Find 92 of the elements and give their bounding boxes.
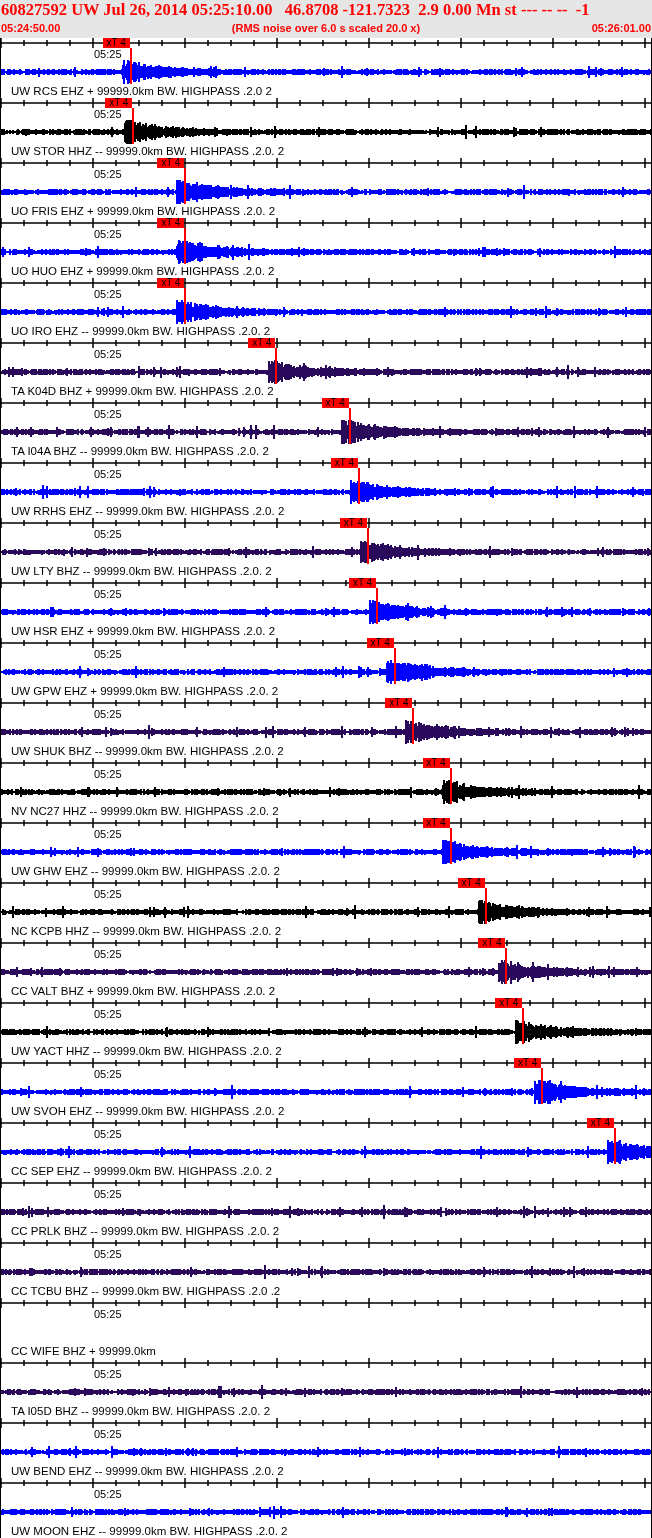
pick-marker: xT 4	[105, 98, 133, 108]
pick-marker: xT 4	[248, 338, 276, 348]
tick-label: 05:25	[94, 48, 122, 60]
tick-label: 05:25	[94, 888, 122, 900]
pick-marker: xT 4	[478, 938, 506, 948]
station-label: UW RRHS EHZ -- 99999.0km BW. HIGHPASS .2.0. 2	[11, 504, 285, 518]
station-label: TA I05D BHZ -- 99999.0km BW. HIGHPASS .2.0. 2	[11, 1404, 271, 1418]
pick-marker: xT 4	[339, 518, 367, 528]
tick-label: 05:25	[94, 1428, 122, 1440]
pick-marker: xT 4	[422, 758, 450, 768]
tick-label: 05:25	[94, 1248, 122, 1260]
pick-line	[505, 948, 508, 984]
station-label: CC TCBU BHZ -- 99999.0km BW. HIGHPASS .2.0 .2	[11, 1284, 281, 1298]
tick-label: 05:25	[94, 348, 122, 360]
station-label: UO IRO EHZ -- 99999.0km BW. HIGHPASS .2.0. 2	[11, 324, 271, 338]
tick-label: 05:25	[94, 1488, 122, 1500]
pick-line	[449, 768, 452, 804]
station-label: UW BEND EHZ -- 99999.0km BW. HIGHPASS .2.0. 2	[11, 1464, 284, 1478]
station-label: UW SHUK BHZ -- 99999.0km BW. HIGHPASS .2.0. 2	[11, 744, 284, 758]
tick-label: 05:25	[94, 528, 122, 540]
tick-label: 05:25	[94, 1188, 122, 1200]
station-label: UW SVOH EHZ -- 99999.0km BW. HIGHPASS .2.0. 2	[11, 1104, 285, 1118]
pick-marker: xT 4	[321, 398, 349, 408]
tick-label: 05:25	[94, 1008, 122, 1020]
end-time: 05:26:01.00	[591, 21, 651, 36]
station-label: UO FRIS EHZ + 99999.0km BW. HIGHPASS .2.0. 2	[11, 204, 276, 218]
tick-label: 05:25	[94, 468, 122, 480]
tick-label: 05:25	[94, 1068, 122, 1080]
station-label: UW GHW EHZ -- 99999.0km BW. HIGHPASS .2.0. 2	[11, 864, 280, 878]
pick-line	[393, 648, 396, 684]
pick-line	[129, 48, 132, 84]
station-label: CC VALT BHZ + 99999.0km BW. HIGHPASS .2.0. 2	[11, 984, 276, 998]
pick-line	[184, 168, 187, 204]
station-label: UW MOON EHZ -- 99999.0km BW. HIGHPASS .2.0. 2	[11, 1524, 288, 1538]
pick-marker: xT 4	[349, 578, 377, 588]
pick-line	[376, 588, 379, 624]
station-label: NV NC27 HHZ -- 99999.0km BW. HIGHPASS .2.0. 2	[11, 804, 279, 818]
station-label: UW YACT HHZ -- 99999.0km BW. HIGHPASS .2.0. 2	[11, 1044, 282, 1058]
tick-label: 05:25	[94, 828, 122, 840]
station-label: UW HSR EHZ + 99999.0km BW. HIGHPASS .2.0. 2	[11, 624, 276, 638]
station-label: UW RCS EHZ + 99999.0km BW. HIGHPASS .2.0 2	[11, 84, 272, 98]
pick-line	[132, 108, 135, 144]
tick-label: 05:25	[94, 108, 122, 120]
pick-marker: xT 4	[157, 278, 185, 288]
pick-line	[484, 888, 487, 924]
pick-marker: xT 4	[157, 158, 185, 168]
station-label: UW GPW EHZ + 99999.0km BW. HIGHPASS .2.0. 2	[11, 684, 279, 698]
pick-marker: xT 4	[514, 1058, 542, 1068]
pick-marker: xT 4	[457, 878, 485, 888]
station-label: CC WIFE BHZ + 99999.0km	[11, 1344, 156, 1358]
pick-line	[275, 348, 278, 384]
pick-line	[522, 1008, 525, 1044]
tick-label: 05:25	[94, 1308, 122, 1320]
pick-line	[348, 408, 351, 444]
pick-line	[613, 1128, 616, 1164]
pick-line	[184, 288, 187, 324]
pick-marker: xT 4	[366, 638, 394, 648]
start-time: 05:24:50.00	[1, 21, 61, 36]
tick-label: 05:25	[94, 228, 122, 240]
pick-line	[412, 708, 415, 744]
tick-label: 05:25	[94, 768, 122, 780]
pick-line	[366, 528, 369, 564]
pick-marker: xT 4	[586, 1118, 614, 1128]
tick-label: 05:25	[94, 408, 122, 420]
pick-line	[541, 1068, 544, 1104]
tick-label: 05:25	[94, 288, 122, 300]
tick-label: 05:25	[94, 168, 122, 180]
pick-line	[449, 828, 452, 864]
station-label: NC KCPB HHZ -- 99999.0km BW. HIGHPASS .2.0. 2	[11, 924, 282, 938]
event-title: 60827592 UW Jul 26, 2014 05:25:10.00 46.8708 -121.7323 2.9 0.00 Mn st --- -- -- -1	[0, 0, 591, 20]
pick-marker: xT 4	[157, 218, 185, 228]
pick-marker: xT 4	[422, 818, 450, 828]
pick-line	[357, 468, 360, 504]
tick-label: 05:25	[94, 588, 122, 600]
tick-label: 05:25	[94, 948, 122, 960]
station-label: UW STOR HHZ -- 99999.0km BW. HIGHPASS .2.0. 2	[11, 144, 285, 158]
tick-label: 05:25	[94, 1128, 122, 1140]
pick-marker: xT 4	[495, 998, 523, 1008]
station-label: CC PRLK BHZ -- 99999.0km BW. HIGHPASS .2.0. 2	[11, 1224, 280, 1238]
station-label: TA I04A BHZ -- 99999.0km BW. HIGHPASS .2.0. 2	[11, 444, 269, 458]
tick-label: 05:25	[94, 648, 122, 660]
station-label: UO HUO EHZ + 99999.0km BW. HIGHPASS .2.0. 2	[11, 264, 275, 278]
scale-note: (RMS noise over 6.0 s scaled 20.0 x)	[231, 21, 421, 36]
pick-marker: xT 4	[102, 38, 130, 48]
station-label: TA K04D BHZ + 99999.0km BW. HIGHPASS .2.0. 2	[11, 384, 274, 398]
tick-label: 05:25	[94, 708, 122, 720]
station-label: UW LTY BHZ -- 99999.0km BW. HIGHPASS .2.0. 2	[11, 564, 272, 578]
station-label: CC SEP EHZ -- 99999.0km BW. HIGHPASS .2.0. 2	[11, 1164, 272, 1178]
pick-marker: xT 4	[330, 458, 358, 468]
pick-line	[184, 228, 187, 264]
tick-label: 05:25	[94, 1368, 122, 1380]
pick-marker: xT 4	[385, 698, 413, 708]
